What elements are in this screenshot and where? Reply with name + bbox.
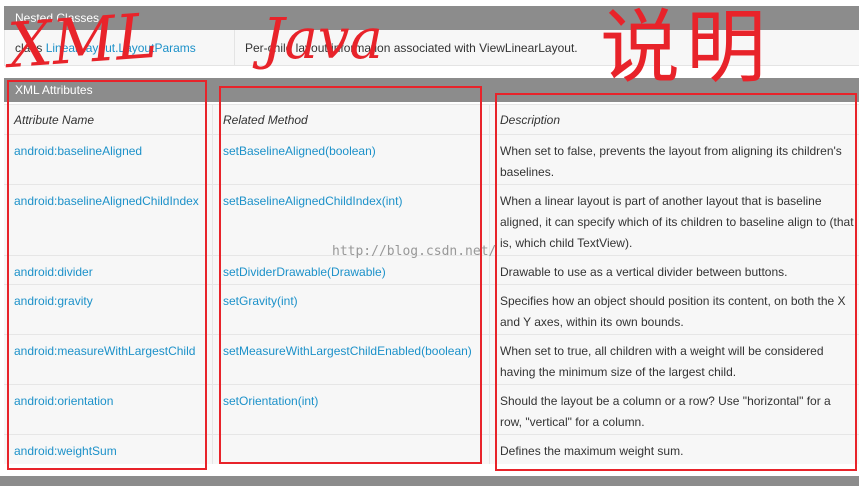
nested-class-name-cell: class LinearLayout.LayoutParams — [5, 30, 235, 66]
nested-classes-title: Nested Classes — [15, 11, 100, 25]
table-row: android:gravity setGravity(int) Specifie… — [4, 284, 859, 334]
xml-attributes-header: XML Attributes — [4, 78, 859, 102]
attribute-description: When set to true, all children with a we… — [500, 344, 824, 379]
column-header-description: Description — [500, 113, 561, 127]
nested-class-row: class LinearLayout.LayoutParams Per-chil… — [4, 30, 859, 66]
attribute-link[interactable]: android:divider — [14, 265, 93, 279]
xml-attributes-title: XML Attributes — [15, 83, 93, 97]
nested-classes-header: Nested Classes — [4, 6, 859, 30]
attribute-description: Drawable to use as a vertical divider be… — [500, 265, 788, 279]
method-link[interactable]: setDividerDrawable(Drawable) — [223, 265, 386, 279]
attribute-link[interactable]: android:orientation — [14, 394, 113, 408]
method-link[interactable]: setBaselineAligned(boolean) — [223, 144, 376, 158]
table-row: android:divider setDividerDrawable(Drawa… — [4, 255, 859, 284]
nested-class-description: Per-child layout information associated … — [245, 41, 578, 55]
attribute-link[interactable]: android:baselineAligned — [14, 144, 142, 158]
method-link[interactable]: setBaselineAlignedChildIndex(int) — [223, 194, 402, 208]
attribute-description: Defines the maximum weight sum. — [500, 444, 684, 458]
attribute-link[interactable]: android:weightSum — [14, 444, 117, 458]
method-link[interactable]: setGravity(int) — [223, 294, 298, 308]
attribute-link[interactable]: android:measureWithLargestChild — [14, 344, 195, 358]
attribute-description: When a linear layout is part of another … — [500, 194, 854, 250]
column-header-attribute: Attribute Name — [4, 105, 213, 134]
method-link[interactable]: setMeasureWithLargestChildEnabled(boolea… — [223, 344, 472, 358]
attribute-description: Specifies how an object should position … — [500, 294, 846, 329]
table-row: android:baselineAlignedChildIndex setBas… — [4, 184, 859, 255]
attribute-description: When set to false, prevents the layout f… — [500, 144, 842, 179]
attribute-link[interactable]: android:gravity — [14, 294, 93, 308]
table-row: android:baselineAligned setBaselineAlign… — [4, 134, 859, 184]
table-header-row: Attribute Name Related Method Descriptio… — [4, 104, 859, 134]
table-row: android:orientation setOrientation(int) … — [4, 384, 859, 434]
nested-class-link[interactable]: LinearLayout.LayoutParams — [46, 41, 196, 55]
nested-class-keyword: class — [15, 41, 43, 55]
method-link[interactable]: setOrientation(int) — [223, 394, 318, 408]
attribute-description: Should the layout be a column or a row? … — [500, 394, 831, 429]
table-row: android:weightSum Defines the maximum we… — [4, 434, 859, 464]
bottom-section-bar — [0, 476, 859, 486]
attribute-link[interactable]: android:baselineAlignedChildIndex — [14, 194, 199, 208]
table-row: android:measureWithLargestChild setMeasu… — [4, 334, 859, 384]
column-header-method: Related Method — [213, 105, 490, 134]
